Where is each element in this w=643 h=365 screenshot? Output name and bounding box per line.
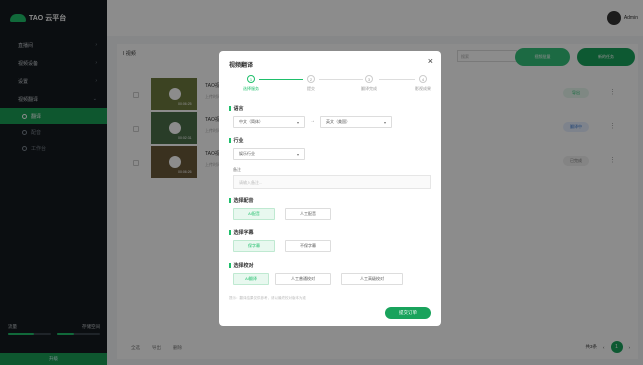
target-language-value: 英文（美国）: [326, 119, 350, 124]
industry-section-title: 行业: [229, 137, 244, 144]
stepper: 1 选择服务 2 提交 3 翻译完成 4 影视成果: [231, 75, 431, 95]
step-number: 4: [419, 75, 427, 83]
dubbing-option-human[interactable]: 人工配音: [285, 208, 331, 220]
proofread-option-advanced[interactable]: 人工高级校对: [341, 273, 403, 285]
close-icon[interactable]: ×: [428, 56, 433, 66]
step-label: 影视成果: [415, 86, 431, 91]
proofread-section-title: 选择校对: [229, 262, 254, 269]
industry-select[interactable]: 娱乐行业 ▾: [233, 148, 305, 160]
arrow-right-icon: →: [310, 118, 315, 124]
step-number: 2: [307, 75, 315, 83]
chevron-down-icon: ▾: [296, 151, 299, 157]
translation-modal: 视频翻译 × 1 选择服务 2 提交 3 翻译完成 4 影视成果 语言 中文（简…: [219, 51, 441, 326]
note-label: 备注: [233, 167, 241, 172]
chevron-down-icon: ▾: [296, 119, 299, 125]
dubbing-section-title: 选择配音: [229, 197, 254, 204]
source-language-value: 中文（简体）: [239, 119, 263, 124]
source-language-select[interactable]: 中文（简体） ▾: [233, 116, 305, 128]
step-number: 3: [365, 75, 373, 83]
dubbing-option-ai[interactable]: AI配音: [233, 208, 275, 220]
app-root: TAO 云平台 直播间 › 视频设备 › 设置 › 视频翻译 ⌄ 翻译 配音 工…: [0, 0, 643, 365]
step-2: 2 提交: [291, 75, 331, 92]
step-1: 1 选择服务: [231, 75, 271, 92]
language-section-title: 语言: [229, 105, 244, 112]
step-label: 选择服务: [243, 86, 259, 91]
chevron-down-icon: ▾: [383, 119, 386, 125]
modal-title: 视频翻译: [229, 63, 254, 69]
step-label: 翻译完成: [361, 86, 377, 91]
step-3: 3 翻译完成: [349, 75, 389, 92]
subtitle-option-none[interactable]: 不保字幕: [285, 240, 331, 252]
note-input[interactable]: 请输入备注...: [233, 175, 431, 189]
step-4: 4 影视成果: [403, 75, 443, 92]
subtitle-option-keep[interactable]: 保字幕: [233, 240, 275, 252]
proofread-option-ai[interactable]: AI翻译: [233, 273, 269, 285]
subtitle-section-title: 选择字幕: [229, 229, 254, 236]
target-language-select[interactable]: 英文（美国） ▾: [320, 116, 392, 128]
step-number: 1: [247, 75, 255, 83]
industry-value: 娱乐行业: [239, 151, 255, 156]
proofread-option-basic[interactable]: 人工普通校对: [275, 273, 331, 285]
submit-order-button[interactable]: 提交订单: [385, 307, 431, 319]
hint-text: 提示：翻译结果仅供参考，请以最终校对版本为准: [229, 296, 306, 300]
step-label: 提交: [307, 86, 315, 91]
